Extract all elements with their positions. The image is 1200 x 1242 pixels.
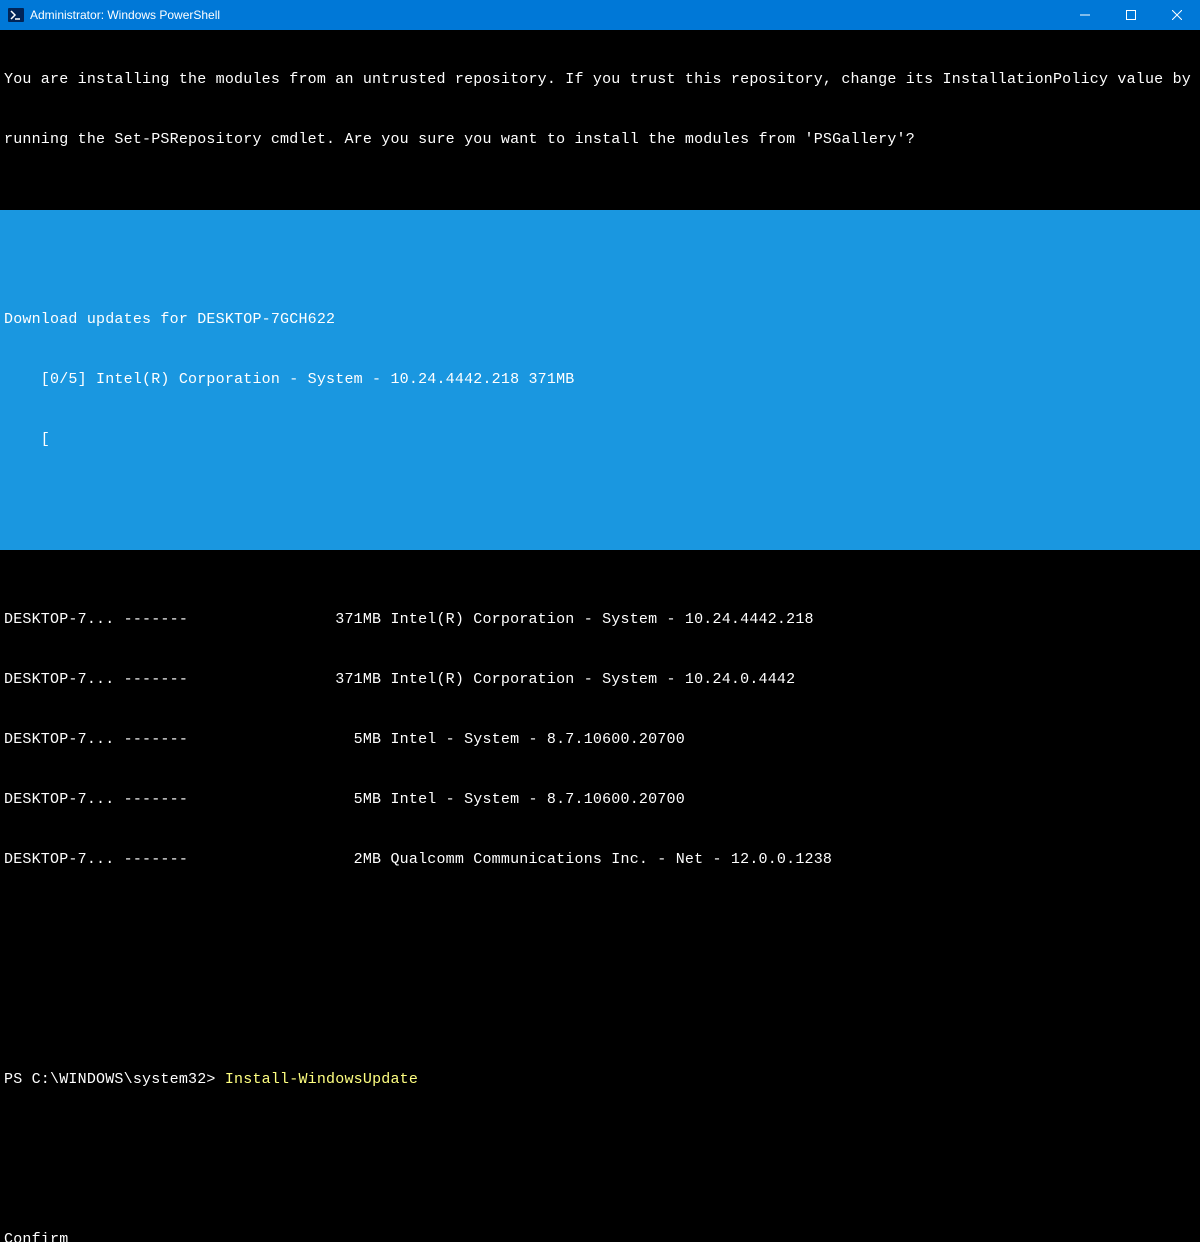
powershell-icon (8, 7, 24, 23)
window-titlebar[interactable]: Administrator: Windows PowerShell (0, 0, 1200, 30)
prompt-prefix: PS C:\WINDOWS\system32> (4, 1071, 225, 1088)
warning-line: You are installing the modules from an u… (0, 70, 1200, 90)
progress-title: Download updates for DESKTOP-7GCH622 (0, 310, 1200, 330)
command-text: Install-WindowsUpdate (225, 1071, 418, 1088)
terminal-output[interactable]: You are installing the modules from an u… (0, 30, 1200, 1242)
maximize-button[interactable] (1108, 0, 1154, 30)
minimize-button[interactable] (1062, 0, 1108, 30)
update-row: DESKTOP-7... ------- 5MB Intel - System … (0, 790, 1200, 810)
progress-item: [0/5] Intel(R) Corporation - System - 10… (0, 370, 1200, 390)
confirm-title: Confirm (0, 1230, 1200, 1242)
update-row: DESKTOP-7... ------- 371MB Intel(R) Corp… (0, 610, 1200, 630)
warning-line: running the Set-PSRepository cmdlet. Are… (0, 130, 1200, 150)
progress-bar: [ ] (0, 430, 1200, 450)
prompt-line: PS C:\WINDOWS\system32> Install-WindowsU… (0, 1070, 1200, 1090)
update-row: DESKTOP-7... ------- 5MB Intel - System … (0, 730, 1200, 750)
progress-banner: Download updates for DESKTOP-7GCH622 [0/… (0, 210, 1200, 550)
update-row: DESKTOP-7... ------- 371MB Intel(R) Corp… (0, 670, 1200, 690)
window-title: Administrator: Windows PowerShell (30, 5, 220, 25)
close-button[interactable] (1154, 0, 1200, 30)
update-row: DESKTOP-7... ------- 2MB Qualcomm Commun… (0, 850, 1200, 870)
